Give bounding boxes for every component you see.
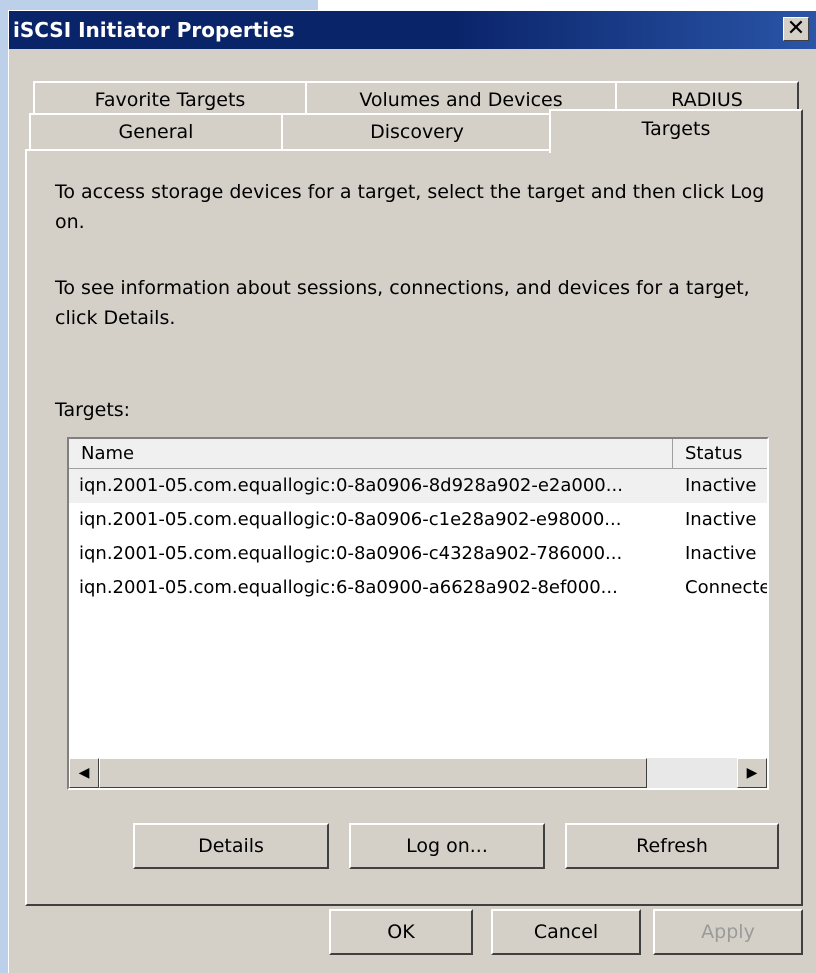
- close-icon[interactable]: ✕: [783, 17, 809, 41]
- target-status: Connecte: [685, 577, 769, 598]
- targets-panel: To access storage devices for a target, …: [25, 149, 803, 906]
- tab-general[interactable]: General: [29, 113, 283, 149]
- logon-button[interactable]: Log on...: [349, 823, 545, 869]
- window-title: iSCSI Initiator Properties: [13, 18, 295, 42]
- target-status: Inactive: [685, 509, 757, 530]
- scroll-thumb[interactable]: [99, 758, 647, 788]
- targets-label: Targets:: [55, 399, 131, 421]
- scroll-right-icon[interactable]: ▶: [737, 758, 767, 788]
- details-instructions: To see information about sessions, conne…: [55, 277, 750, 329]
- table-row[interactable]: iqn.2001-05.com.equallogic:6-8a0900-a662…: [69, 571, 769, 605]
- details-button[interactable]: Details: [133, 823, 329, 869]
- column-header-name[interactable]: Name: [69, 439, 673, 469]
- refresh-button[interactable]: Refresh: [565, 823, 779, 869]
- table-row[interactable]: iqn.2001-05.com.equallogic:0-8a0906-8d92…: [69, 469, 767, 503]
- apply-button[interactable]: Apply: [653, 909, 803, 955]
- target-status: Inactive: [685, 543, 757, 564]
- target-status: Inactive: [685, 475, 757, 496]
- iscsi-properties-dialog: iSCSI Initiator Properties ✕ Favorite Ta…: [8, 10, 816, 973]
- table-row[interactable]: iqn.2001-05.com.equallogic:0-8a0906-c432…: [69, 537, 767, 571]
- table-row[interactable]: iqn.2001-05.com.equallogic:0-8a0906-c1e2…: [69, 503, 767, 537]
- target-name: iqn.2001-05.com.equallogic:0-8a0906-8d92…: [79, 475, 623, 496]
- target-name: iqn.2001-05.com.equallogic:6-8a0900-a662…: [79, 577, 618, 598]
- target-name: iqn.2001-05.com.equallogic:0-8a0906-c432…: [79, 543, 623, 564]
- tab-discovery[interactable]: Discovery: [281, 113, 553, 149]
- target-name: iqn.2001-05.com.equallogic:0-8a0906-c1e2…: [79, 509, 622, 530]
- ok-button[interactable]: OK: [329, 909, 473, 955]
- column-header-status[interactable]: Status: [673, 439, 767, 469]
- scroll-left-icon[interactable]: ◀: [69, 758, 99, 788]
- title-bar: iSCSI Initiator Properties ✕: [9, 11, 816, 49]
- tab-favorite-targets[interactable]: Favorite Targets: [33, 81, 307, 117]
- horizontal-scrollbar[interactable]: ◀ ▶: [69, 758, 767, 788]
- logon-instructions: To access storage devices for a target, …: [55, 181, 765, 233]
- targets-list[interactable]: Name Status iqn.2001-05.com.equallogic:0…: [67, 437, 769, 790]
- tab-targets[interactable]: Targets: [549, 109, 803, 153]
- cancel-button[interactable]: Cancel: [491, 909, 641, 955]
